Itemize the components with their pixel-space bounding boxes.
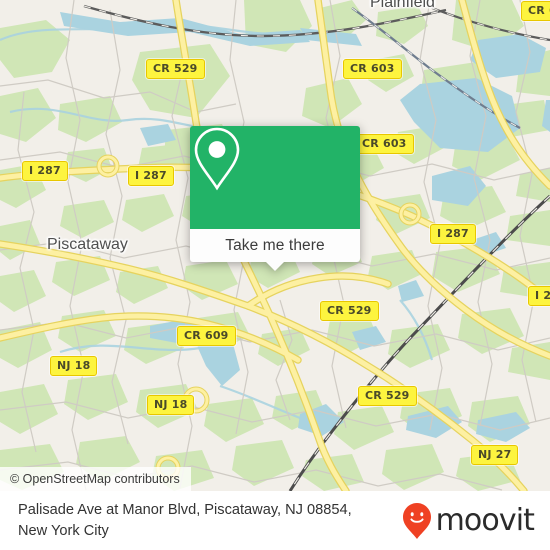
road-shield: CR 603	[355, 134, 414, 154]
osm-attribution-text: © OpenStreetMap contributors	[10, 472, 180, 486]
address-line-1: Palisade Ave at Manor Blvd, Piscataway, …	[18, 501, 352, 518]
popup-icon-area	[190, 126, 360, 229]
address-line-2: New York City	[18, 522, 109, 539]
popup-cta-bar[interactable]: Take me there	[190, 229, 360, 271]
station-address: Palisade Ave at Manor Blvd, Piscataway, …	[18, 500, 352, 541]
take-me-there-popup[interactable]: Take me there	[190, 126, 360, 271]
road-shield: CR 529	[146, 59, 205, 79]
popup-tail	[265, 261, 285, 271]
moovit-wordmark: moovit	[435, 502, 535, 538]
place-label: Plainfield	[370, 0, 435, 11]
road-shield: CR 609	[177, 326, 236, 346]
road-shield: I 287	[430, 224, 476, 244]
footer-bar: Palisade Ave at Manor Blvd, Piscataway, …	[0, 491, 550, 550]
map-canvas[interactable]: CR 529 CR 603 CR 6 CR 603 I 287 I 287 I 287 I 2…	[0, 0, 550, 491]
moovit-pin-smiley-icon	[402, 502, 431, 539]
osm-attribution[interactable]: © OpenStreetMap contributors	[0, 467, 191, 491]
road-shield: I 28	[528, 286, 550, 306]
road-shield: I 287	[128, 166, 174, 186]
road-shield: NJ 27	[471, 445, 519, 465]
road-shield: I 287	[22, 161, 68, 181]
moovit-map-screenshot: CR 529 CR 603 CR 6 CR 603 I 287 I 287 I 287 I 2…	[0, 0, 550, 550]
road-shield: NJ 18	[147, 395, 195, 415]
moovit-logo[interactable]: moovit	[402, 502, 535, 540]
road-shield: CR 529	[358, 386, 417, 406]
road-shield: NJ 18	[50, 356, 98, 376]
road-shield: CR 603	[343, 59, 402, 79]
map-pin-icon	[194, 127, 240, 191]
road-shield: CR 529	[320, 301, 379, 321]
take-me-there-label: Take me there	[225, 236, 325, 254]
place-label: Piscataway	[47, 236, 128, 253]
road-shield: CR 6	[521, 1, 550, 21]
